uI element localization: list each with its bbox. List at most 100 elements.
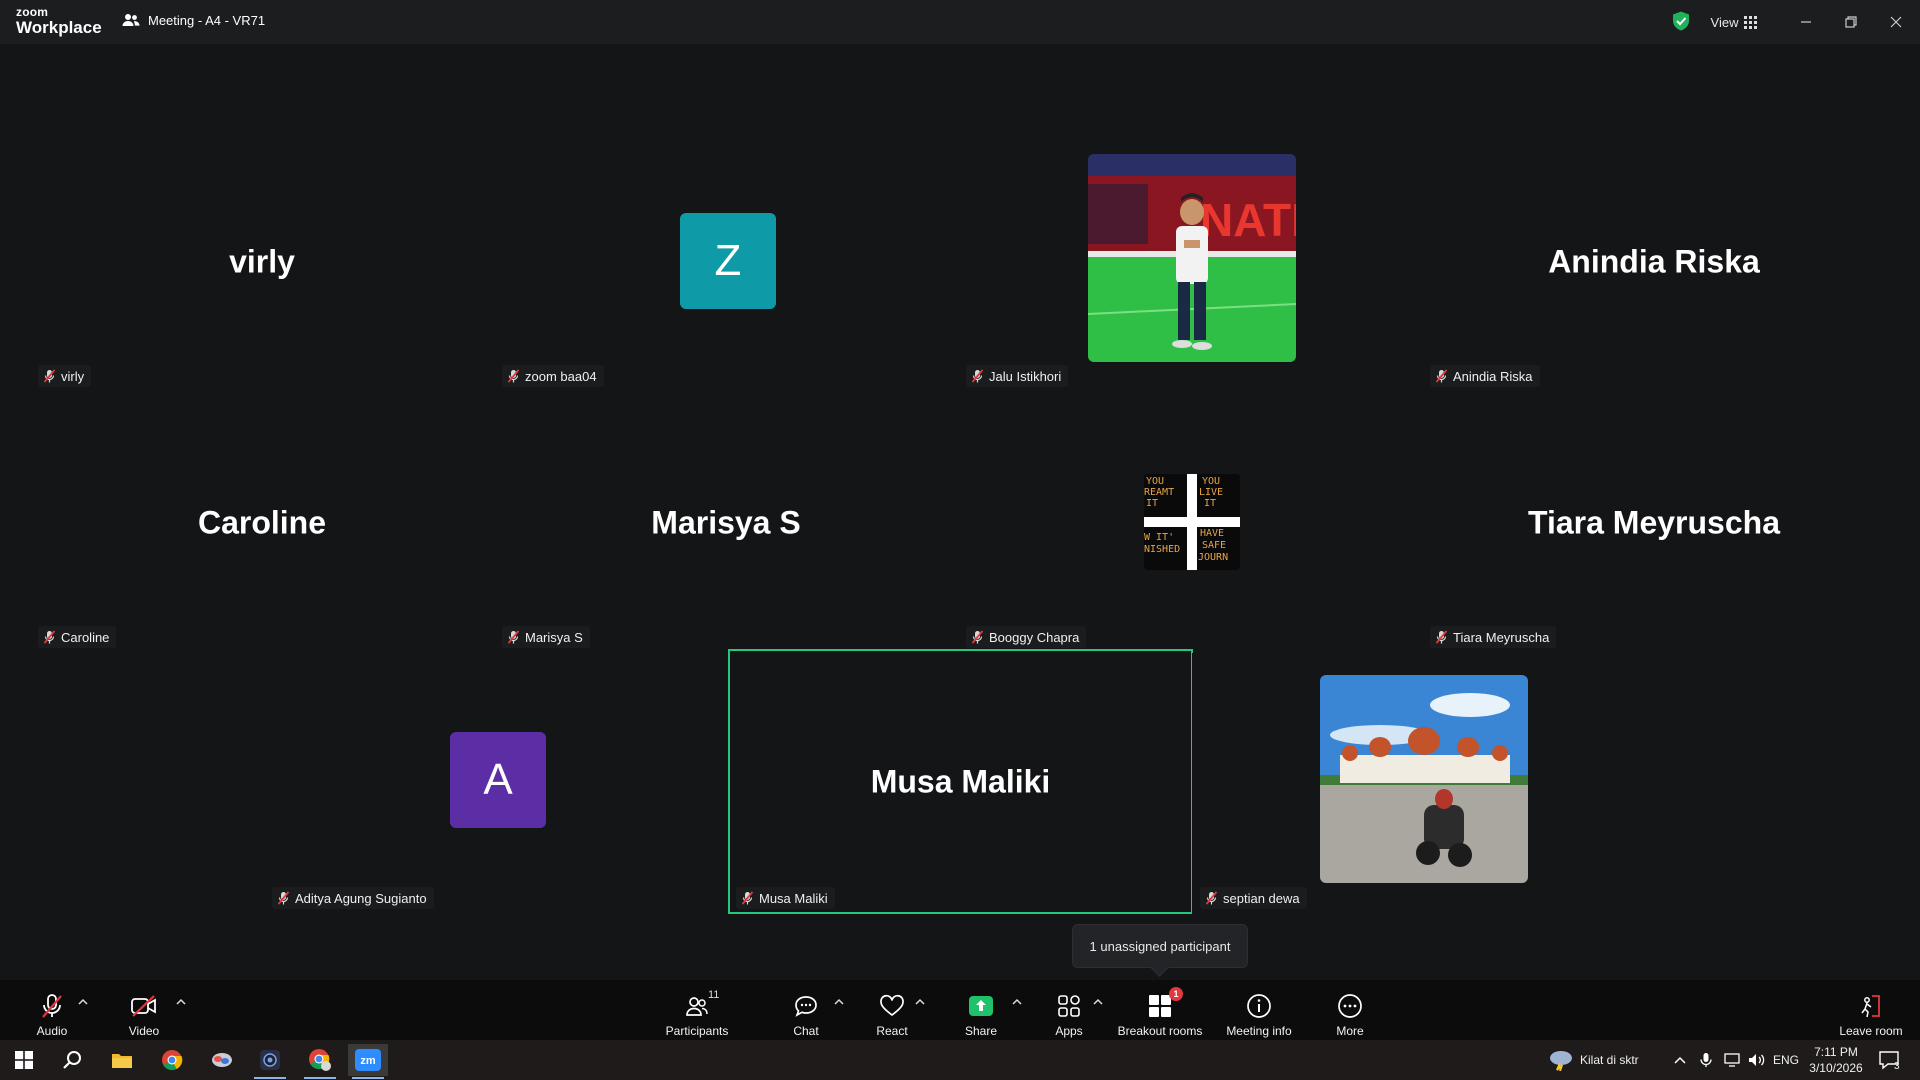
- participant-tile[interactable]: virly virly: [30, 131, 494, 392]
- clock[interactable]: 7:11 PM 3/10/2026: [1806, 1040, 1866, 1080]
- shield-check-icon[interactable]: [1670, 10, 1692, 32]
- apps-button[interactable]: Apps: [1047, 986, 1091, 1038]
- meeting-info-label: Meeting info: [1226, 1024, 1292, 1038]
- participants-button[interactable]: 11 Participants: [656, 986, 738, 1038]
- chrome-icon: [309, 1049, 331, 1071]
- share-button[interactable]: Share: [959, 986, 1003, 1038]
- participant-label: septian dewa: [1200, 887, 1307, 909]
- restore-icon: [1845, 16, 1857, 28]
- audio-button[interactable]: Audio: [30, 986, 74, 1038]
- participant-tile[interactable]: Caroline Caroline: [30, 392, 494, 653]
- view-button[interactable]: View: [1698, 9, 1770, 35]
- chat-options-caret[interactable]: [832, 994, 846, 1008]
- leave-room-button[interactable]: Leave room: [1836, 986, 1906, 1038]
- close-button[interactable]: [1876, 8, 1916, 36]
- heart-icon: [880, 994, 904, 1017]
- meeting-info-button[interactable]: Meeting info: [1220, 986, 1298, 1038]
- language-text: ENG: [1773, 1053, 1800, 1067]
- apps-icon: [1058, 995, 1080, 1017]
- search-button[interactable]: [52, 1044, 92, 1076]
- participant-tile[interactable]: NATION Jalu Istikhori: [958, 131, 1422, 392]
- cloud-app-icon: [212, 1053, 232, 1067]
- zoom-workplace-logo: zoom Workplace: [16, 6, 102, 36]
- video-options-caret[interactable]: [174, 994, 188, 1008]
- zoom-app-button[interactable]: zm: [348, 1044, 388, 1079]
- chat-button[interactable]: Chat: [784, 986, 828, 1038]
- mic-off-icon: [741, 891, 754, 905]
- mic-off-icon: [42, 994, 62, 1018]
- participant-label: Tiara Meyruscha: [1430, 626, 1557, 648]
- clock-date: 3/10/2026: [1809, 1061, 1863, 1075]
- participant-tile-active-speaker[interactable]: Musa Maliki Musa Maliki: [728, 649, 1193, 914]
- react-options-caret[interactable]: [913, 994, 927, 1008]
- video-gallery: virly virly Z zoom baa04 NATION: [0, 44, 1920, 980]
- apps-options-caret[interactable]: [1091, 994, 1105, 1008]
- more-label: More: [1336, 1024, 1364, 1038]
- svg-text:YOU: YOU: [1202, 476, 1220, 487]
- mic-off-icon: [507, 630, 520, 644]
- participant-label: Marisya S: [502, 626, 590, 648]
- windows-taskbar: zm Kilat di sktr ENG 7:11 PM 3/10/2026 3: [0, 1040, 1920, 1080]
- show-hidden-icons-button[interactable]: [1674, 1040, 1686, 1080]
- participant-tile[interactable]: Z zoom baa04: [494, 131, 958, 392]
- chevron-up-icon: [1012, 998, 1022, 1005]
- mic-off-icon: [1435, 369, 1448, 383]
- language-indicator[interactable]: ENG: [1773, 1040, 1799, 1080]
- meeting-toolbar: Audio Video 11 Participants Chat React S…: [0, 980, 1920, 1040]
- microphone-icon: [1700, 1053, 1712, 1067]
- restore-button[interactable]: [1831, 8, 1871, 36]
- react-button[interactable]: React: [870, 986, 914, 1038]
- camera-icon: [260, 1050, 280, 1070]
- close-icon: [1890, 16, 1902, 28]
- profile-photo: NATION: [1088, 154, 1296, 362]
- volume-tray[interactable]: [1748, 1040, 1766, 1080]
- participant-label: Booggy Chapra: [966, 626, 1087, 648]
- chevron-up-icon: [1093, 998, 1103, 1005]
- svg-text:YOU: YOU: [1146, 476, 1164, 487]
- more-button[interactable]: More: [1328, 986, 1372, 1038]
- leave-room-label: Leave room: [1839, 1024, 1903, 1038]
- camera-app-button[interactable]: [250, 1044, 290, 1079]
- file-explorer-button[interactable]: [102, 1044, 142, 1076]
- participant-tile[interactable]: septian dewa: [1192, 653, 1656, 914]
- network-tray[interactable]: [1724, 1040, 1742, 1080]
- breakout-rooms-button[interactable]: 1 Breakout rooms: [1112, 986, 1208, 1038]
- speaker-icon: [1749, 1054, 1765, 1066]
- microphone-tray[interactable]: [1700, 1040, 1712, 1080]
- svg-text:REAMT: REAMT: [1144, 487, 1174, 498]
- folder-icon: [112, 1054, 132, 1068]
- participant-label-text: virly: [61, 368, 85, 384]
- participant-tile[interactable]: Anindia Riska Anindia Riska: [1422, 131, 1886, 392]
- chevron-up-icon: [915, 998, 925, 1005]
- meeting-title-text: Meeting - A4 - VR71: [148, 12, 266, 28]
- start-button[interactable]: [4, 1044, 44, 1076]
- tooltip-text: 1 unassigned participant: [1089, 938, 1231, 954]
- notification-center-button[interactable]: 3: [1878, 1040, 1900, 1080]
- svg-text:IT: IT: [1204, 498, 1216, 509]
- weather-widget[interactable]: Kilat di sktr: [1548, 1040, 1639, 1080]
- participant-name-center: virly: [229, 243, 295, 279]
- profile-photo: [1320, 675, 1528, 883]
- participant-tile[interactable]: Tiara Meyruscha Tiara Meyruscha: [1422, 392, 1886, 653]
- share-options-caret[interactable]: [1010, 994, 1024, 1008]
- meeting-title[interactable]: Meeting - A4 - VR71: [122, 12, 265, 28]
- participant-label-text: zoom baa04: [525, 368, 597, 384]
- participant-label-text: Marisya S: [525, 629, 583, 645]
- participant-label: Musa Maliki: [736, 887, 835, 909]
- app-button[interactable]: [202, 1044, 242, 1076]
- minimize-button[interactable]: [1786, 8, 1826, 36]
- chrome-button[interactable]: [152, 1044, 192, 1076]
- people-icon: [122, 14, 140, 26]
- participant-label-text: Musa Maliki: [759, 890, 828, 906]
- mic-off-icon: [971, 369, 984, 383]
- share-label: Share: [964, 1024, 998, 1038]
- participant-tile[interactable]: A Aditya Agung Sugianto: [264, 653, 728, 914]
- participant-name-center: Musa Maliki: [870, 763, 1051, 799]
- participant-tile[interactable]: Marisya S Marisya S: [494, 392, 958, 653]
- chrome-profile-button[interactable]: [300, 1044, 340, 1079]
- video-button[interactable]: Video: [122, 986, 166, 1038]
- participant-tile[interactable]: YOU REAMT IT YOU LIVE IT W IT' NISHED HAVE SAF…: [958, 392, 1422, 653]
- svg-text:W IT': W IT': [1144, 532, 1174, 543]
- audio-options-caret[interactable]: [76, 994, 90, 1008]
- mic-off-icon: [277, 891, 290, 905]
